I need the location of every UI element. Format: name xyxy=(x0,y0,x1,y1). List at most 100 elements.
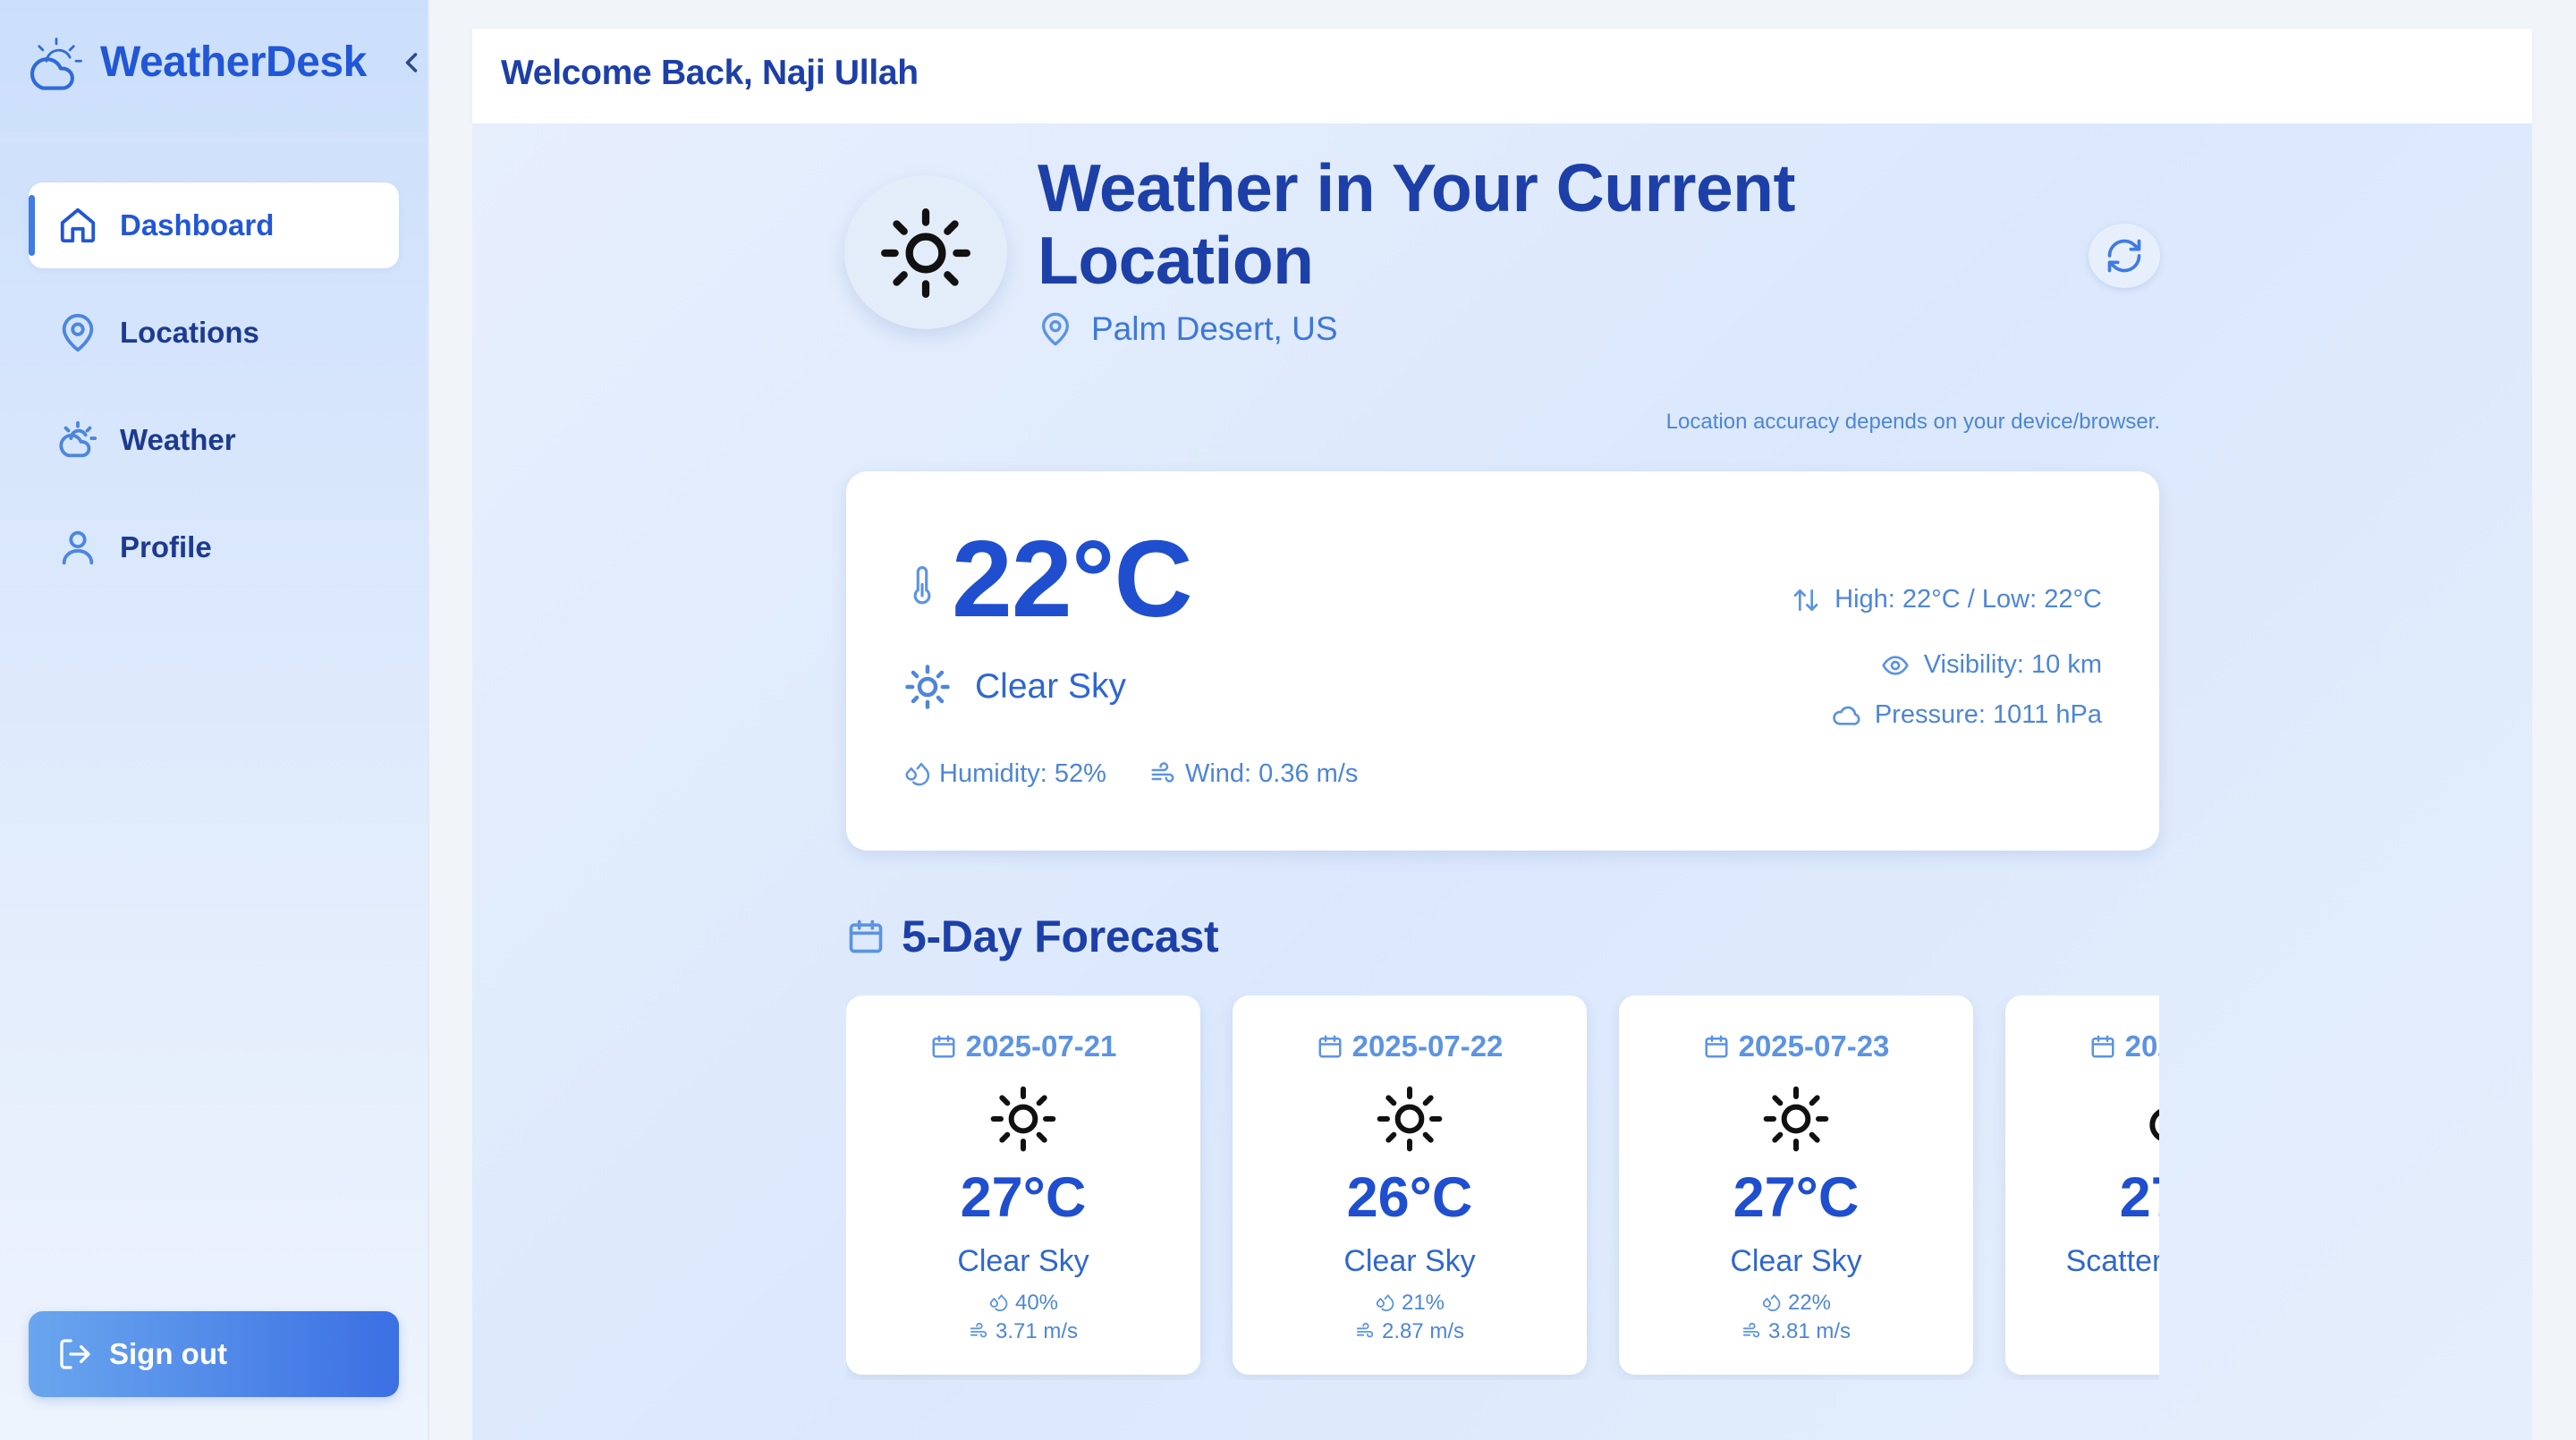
high-low-stat: High: 22°C / Low: 22°C xyxy=(1792,585,2102,614)
thermometer-icon xyxy=(913,566,931,605)
calendar-icon xyxy=(849,919,883,953)
top-header: Welcome Back, Naji Ullah xyxy=(472,29,2532,123)
wind-icon xyxy=(1151,761,1174,783)
forecast-card[interactable]: 2025-07-24 27°C Scattered Clouds xyxy=(2005,995,2159,1375)
forecast-date-label: 2025-07-22 xyxy=(1352,1029,1504,1063)
forecast-humidity: 40% xyxy=(846,1291,1200,1316)
refresh-button[interactable] xyxy=(2089,224,2160,288)
current-location: Palm Desert, US xyxy=(1038,309,1338,350)
calendar-icon xyxy=(932,1035,955,1058)
sun-icon xyxy=(881,208,970,298)
visibility-value: Visibility: 10 km xyxy=(1923,650,2102,679)
cloud-sun-icon xyxy=(59,420,97,458)
forecast-wind-value: 2.87 m/s xyxy=(1381,1319,1465,1343)
forecast-temperature: 27°C xyxy=(2119,1166,2159,1229)
sidebar-item-label: Dashboard xyxy=(120,208,275,241)
sidebar-nav: Dashboard Locations Weather Profile xyxy=(29,182,399,612)
sidebar-item-dashboard[interactable]: Dashboard xyxy=(29,182,399,268)
current-condition: Clear Sky xyxy=(903,663,1126,711)
forecast-wind xyxy=(2005,1319,2159,1339)
forecast-temperature: 27°C xyxy=(960,1166,1087,1229)
droplets-icon xyxy=(1762,1294,1781,1312)
humidity-value: Humidity: 52% xyxy=(939,759,1106,788)
cloud-icon xyxy=(2149,1109,2159,1141)
forecast-title: 5-Day Forecast xyxy=(902,911,1219,961)
forecast-date: 2025-07-23 xyxy=(1619,1029,1973,1063)
forecast-date: 2025-07-22 xyxy=(1233,1029,1587,1063)
forecast-condition: Clear Sky xyxy=(1343,1244,1476,1278)
humidity-stat: Humidity: 52% xyxy=(903,759,1106,789)
forecast-wind: 2.87 m/s xyxy=(1233,1319,1587,1344)
forecast-humidity: 22% xyxy=(1619,1291,1973,1316)
wind-value: Wind: 0.36 m/s xyxy=(1184,759,1359,788)
forecast-humidity-value: 21% xyxy=(1401,1291,1445,1315)
droplets-icon xyxy=(989,1294,1008,1312)
welcome-message: Welcome Back, Naji Ullah xyxy=(501,54,919,92)
forecast-humidity: 21% xyxy=(1233,1291,1587,1316)
map-pin-icon xyxy=(62,314,94,352)
forecast-carousel[interactable]: 2025-07-21 27°C Clear Sky 40% 3.71 m/s 2… xyxy=(846,995,2159,1380)
wind-icon xyxy=(1742,1322,1760,1338)
sidebar-item-label: Locations xyxy=(120,316,259,349)
forecast-condition: Clear Sky xyxy=(1730,1244,1862,1278)
forecast-card[interactable]: 2025-07-21 27°C Clear Sky 40% 3.71 m/s xyxy=(846,995,1200,1375)
droplets-icon xyxy=(1376,1294,1394,1312)
forecast-temperature: 26°C xyxy=(1346,1166,1473,1229)
forecast-card[interactable]: 2025-07-23 27°C Clear Sky 22% 3.81 m/s xyxy=(1619,995,1973,1375)
current-weather-card: 22°C Clear Sky Humidity: 52% Wind: 0.36 … xyxy=(846,471,2159,851)
refresh-icon xyxy=(2107,239,2141,273)
map-pin-icon xyxy=(1042,312,1069,346)
wind-stat: Wind: 0.36 m/s xyxy=(1149,759,1358,789)
forecast-humidity xyxy=(2005,1291,2159,1310)
forecast-card[interactable]: 2025-07-22 26°C Clear Sky 21% 2.87 m/s xyxy=(1233,995,1587,1375)
brand: WeatherDesk xyxy=(0,0,428,140)
forecast-condition: Clear Sky xyxy=(957,1244,1089,1278)
forecast-date: 2025-07-21 xyxy=(846,1029,1200,1063)
sign-out-button[interactable]: Sign out xyxy=(29,1311,399,1397)
forecast-condition: Scattered Clouds xyxy=(2065,1244,2159,1278)
calendar-icon xyxy=(1705,1035,1728,1058)
pressure-value: Pressure: 1011 hPa xyxy=(1874,700,2102,729)
sidebar: WeatherDesk Dashboard Locations Weather … xyxy=(0,0,429,1440)
forecast-humidity-value: 40% xyxy=(1014,1291,1059,1315)
calendar-icon xyxy=(1318,1035,1342,1058)
cloud-icon xyxy=(1833,706,1860,725)
calendar-icon xyxy=(2091,1035,2114,1058)
forecast-date-label: 2025-07-23 xyxy=(1738,1029,1890,1063)
page-title: Weather in Your Current Location xyxy=(1038,150,1795,298)
cloud-sun-logo-icon xyxy=(30,38,82,90)
wind-icon xyxy=(970,1322,987,1338)
forecast-heading: 5-Day Forecast xyxy=(846,911,1219,962)
chevron-left-icon[interactable] xyxy=(395,47,428,79)
location-accuracy-note: Location accuracy depends on your device… xyxy=(1665,410,2160,434)
log-out-icon xyxy=(60,1339,90,1369)
eye-icon xyxy=(1882,655,1909,675)
home-icon xyxy=(60,208,96,243)
forecast-wind-value: 3.81 m/s xyxy=(1767,1319,1852,1343)
forecast-date-label: 2025-07-21 xyxy=(965,1029,1117,1063)
forecast-humidity-value: 22% xyxy=(1787,1291,1832,1315)
sidebar-item-profile[interactable]: Profile xyxy=(29,504,399,590)
pressure-stat: Pressure: 1011 hPa xyxy=(1832,700,2102,730)
arrow-up-down-icon xyxy=(1793,589,1818,611)
sun-icon xyxy=(990,1086,1056,1152)
forecast-date: 2025-07-24 xyxy=(2005,1029,2159,1063)
sun-icon xyxy=(1763,1086,1829,1152)
current-stats: Humidity: 52% Wind: 0.36 m/s xyxy=(903,759,1401,789)
app-name: WeatherDesk xyxy=(100,38,367,86)
forecast-wind: 3.71 m/s xyxy=(846,1319,1200,1344)
sun-icon xyxy=(1377,1086,1443,1152)
sign-out-label: Sign out xyxy=(109,1337,227,1370)
forecast-temperature: 27°C xyxy=(1733,1166,1860,1229)
sun-icon xyxy=(905,665,950,709)
location-name: Palm Desert, US xyxy=(1091,310,1338,347)
wind-icon xyxy=(1356,1322,1374,1338)
sidebar-item-weather[interactable]: Weather xyxy=(29,397,399,483)
sidebar-item-locations[interactable]: Locations xyxy=(29,290,399,376)
current-weather-badge xyxy=(844,175,1007,329)
sidebar-item-label: Weather xyxy=(120,423,236,456)
visibility-stat: Visibility: 10 km xyxy=(1881,650,2102,680)
user-icon xyxy=(62,530,94,565)
forecast-wind: 3.81 m/s xyxy=(1619,1319,1973,1344)
sidebar-item-label: Profile xyxy=(120,530,212,563)
